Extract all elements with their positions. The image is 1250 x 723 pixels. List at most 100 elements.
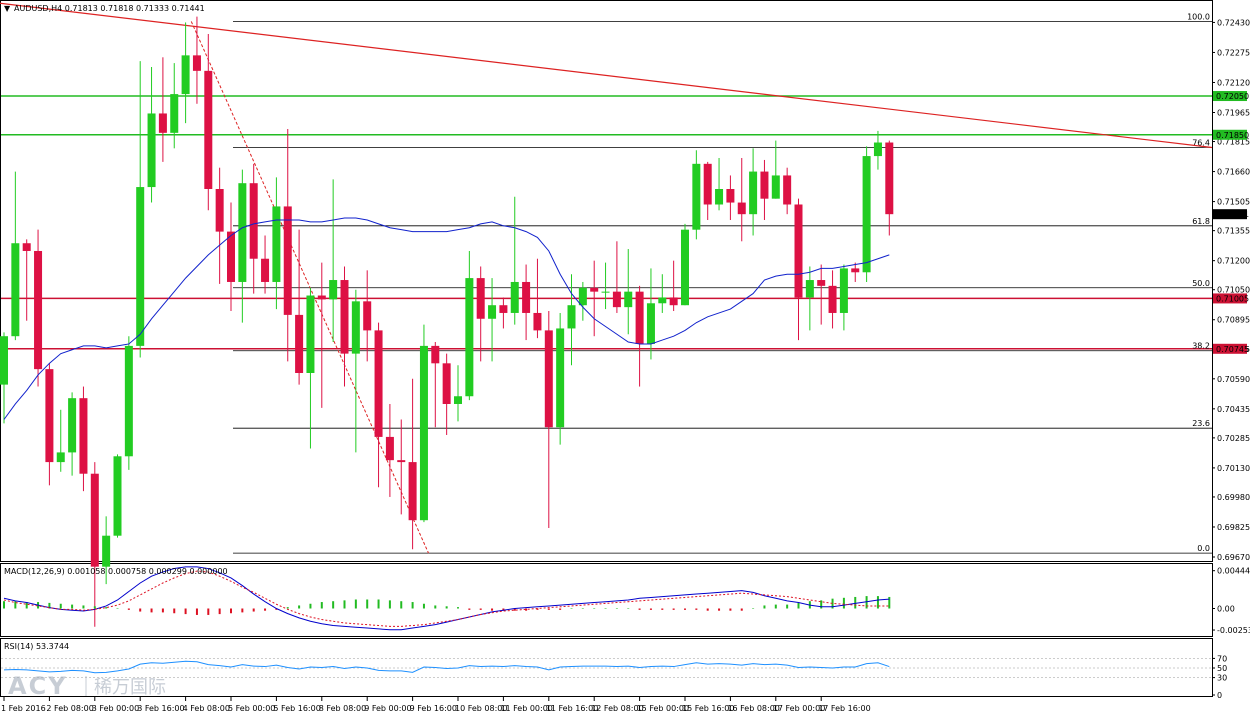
- level-tag-label: 0.71850: [1216, 131, 1249, 140]
- price-tick-label: 0.72430: [1217, 18, 1250, 27]
- candle-body: [374, 330, 383, 437]
- x-tick-label: 3 Feb 00:00: [92, 704, 139, 713]
- price-tick-label: 0.69980: [1217, 493, 1250, 502]
- candle-body: [715, 189, 724, 205]
- watermark-brand: ACY: [8, 672, 68, 700]
- candle-body: [204, 70, 213, 189]
- candle-body: [22, 243, 31, 251]
- candle-body: [385, 436, 394, 461]
- candle-body: [397, 460, 406, 463]
- candle-body: [488, 305, 497, 319]
- chart-menu-arrow-icon[interactable]: ▼: [4, 4, 11, 13]
- macd-tick-label: -0.002534: [1217, 626, 1250, 635]
- price-tick-label: 0.69825: [1217, 523, 1250, 532]
- x-tick-label: 3 Feb 16:00: [137, 704, 184, 713]
- fib-label-3: 50.0: [1192, 279, 1210, 288]
- rsi-tick-label: 30: [1217, 674, 1227, 683]
- candle-body: [851, 268, 860, 273]
- candle-body: [68, 398, 77, 453]
- candle: [681, 223, 689, 306]
- macd-label: MACD(12,26,9) 0.001058 0.000758 0.000299…: [4, 567, 228, 576]
- candle: [113, 454, 122, 538]
- candle-body: [454, 396, 462, 404]
- x-tick-label: 9 Feb 00:00: [364, 704, 411, 713]
- level-tag-label: 0.70745: [1216, 345, 1249, 354]
- candle-body: [340, 280, 349, 354]
- candle-body: [283, 206, 292, 315]
- price-tick-label: 0.71660: [1217, 168, 1250, 177]
- candle-body: [476, 278, 485, 319]
- candle-body: [79, 398, 88, 474]
- fib-label-0: 100.0: [1187, 12, 1210, 21]
- candle: [419, 324, 428, 523]
- candle-body: [34, 250, 43, 370]
- price-tick-label: 0.71965: [1217, 108, 1250, 117]
- fib-label-2: 61.8: [1192, 217, 1210, 226]
- candle-body: [249, 183, 258, 259]
- rsi-panel: [0, 638, 1213, 697]
- candle-body: [635, 291, 644, 344]
- candle-body: [295, 314, 304, 373]
- candle-body: [873, 142, 882, 157]
- candle-body: [317, 295, 326, 300]
- candle-body: [465, 278, 474, 397]
- price-tick-label: 0.71200: [1217, 257, 1250, 266]
- candle-body: [669, 297, 678, 306]
- candle-body: [556, 328, 565, 428]
- candle-body: [805, 280, 814, 298]
- candle-body: [272, 206, 281, 282]
- candle-body: [431, 345, 440, 364]
- symbol-header: AUDUSD,H4 0.71813 0.71818 0.71333 0.7144…: [14, 4, 205, 13]
- candle: [34, 229, 43, 387]
- candle-body: [726, 189, 735, 203]
- candle-body: [147, 113, 156, 188]
- x-tick-label: 5 Feb 00:00: [228, 704, 275, 713]
- candle-body: [192, 55, 201, 71]
- candle-body: [90, 473, 99, 567]
- x-tick-label: 9 Feb 16:00: [410, 704, 457, 713]
- candle-body: [578, 287, 587, 306]
- candle-body: [11, 243, 20, 337]
- watermark-chinese: 稀万国际: [94, 677, 166, 698]
- fib-label-4: 38.2: [1192, 342, 1210, 351]
- candle-body: [533, 312, 542, 331]
- candle-body: [56, 452, 65, 463]
- x-tick-label: 8 Feb 08:00: [319, 704, 366, 713]
- candle-body: [590, 287, 599, 292]
- candle-body: [181, 55, 190, 95]
- candle-body: [227, 231, 235, 282]
- rsi-tick-label: 0: [1217, 691, 1222, 700]
- chart[interactable]: 100.076.461.850.038.223.60.0 0.724300.72…: [0, 0, 1250, 723]
- candle-body: [351, 301, 360, 354]
- candle-body: [510, 281, 519, 313]
- candle-body: [238, 183, 247, 282]
- x-tick-label: 5 Feb 16:00: [273, 704, 320, 713]
- x-tick-label: 2 Feb 08:00: [46, 704, 93, 713]
- macd-tick-label: 0.00: [1217, 605, 1235, 614]
- candle-body: [329, 280, 338, 300]
- candle-body: [817, 280, 826, 286]
- macd-tick-label: 0.004448: [1217, 567, 1250, 576]
- candle-body: [158, 113, 167, 133]
- candle: [124, 336, 133, 470]
- fib-label-5: 23.6: [1192, 419, 1210, 428]
- price-tick-label: 0.70130: [1217, 464, 1250, 473]
- candle-body: [306, 295, 315, 373]
- price-tick-label: 0.72120: [1217, 78, 1250, 87]
- price-tick-label: 0.70435: [1217, 405, 1250, 414]
- candle-body: [749, 171, 758, 215]
- candle-body: [124, 345, 133, 457]
- price-tick-label: 0.70590: [1217, 375, 1250, 384]
- price-tick-label: 0.72275: [1217, 48, 1250, 57]
- candle-body: [522, 281, 531, 313]
- candle-body: [45, 369, 54, 463]
- price-tick-label: 0.69670: [1217, 553, 1250, 562]
- candle-body: [442, 363, 451, 404]
- candle-body: [783, 175, 792, 205]
- x-tick-label: 4 Feb 08:00: [183, 704, 230, 713]
- candle-body: [646, 303, 655, 344]
- level-tag-label: 0.71005: [1216, 294, 1249, 303]
- current-price-label: 0.71441: [1216, 210, 1249, 219]
- price-tick-label: 0.71505: [1217, 198, 1250, 207]
- candle-body: [261, 258, 270, 282]
